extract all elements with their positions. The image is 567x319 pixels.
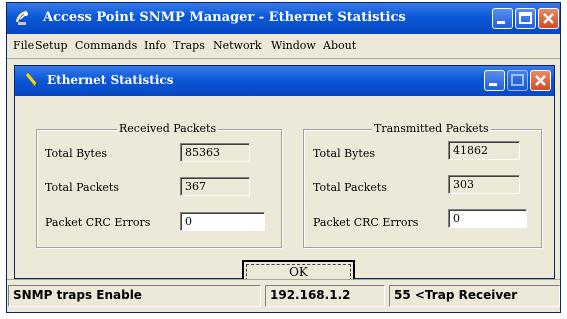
received-total-bytes-label: Total Bytes [45,147,107,160]
received-packets-legend: Received Packets [117,122,219,135]
status-ip: 192.168.1.2 [265,285,385,307]
received-total-bytes-value: 85363 [180,143,250,162]
menu-traps[interactable]: Traps [173,39,205,52]
maximize-icon [511,74,524,86]
minimize-icon [489,83,497,86]
minimize-button[interactable] [492,8,513,29]
transmitted-crc-errors-value: 0 [448,209,527,228]
menu-info[interactable]: Info [144,39,166,52]
menu-window[interactable]: Window [271,39,316,52]
child-maximize-button[interactable] [507,70,528,91]
ethernet-statistics-window: Ethernet Statistics Received Packets Tot… [14,65,555,285]
menu-commands[interactable]: Commands [75,39,137,52]
received-packets-group: Received Packets Total Bytes 85363 Total… [36,122,282,248]
received-total-packets-label: Total Packets [45,181,119,194]
transmitted-total-packets-value: 303 [448,175,520,194]
close-button[interactable] [538,8,559,29]
menu-bar: File Setup Commands Info Traps Network W… [7,34,560,59]
satellite-dish-icon [15,10,33,26]
transmitted-total-bytes-value: 41862 [448,141,520,160]
transmitted-total-packets-label: Total Packets [313,181,387,194]
maximize-button[interactable] [515,8,536,29]
child-title: Ethernet Statistics [47,73,174,87]
menu-setup[interactable]: Setup [35,39,68,52]
received-total-packets-value: 367 [180,177,250,196]
transmitted-packets-group: Transmitted Packets Total Bytes 41862 To… [303,122,542,248]
maximize-icon [519,12,532,24]
transmitted-total-bytes-label: Total Bytes [313,147,375,160]
menu-network[interactable]: Network [213,39,262,52]
received-crc-errors-value: 0 [180,212,265,231]
menu-about[interactable]: About [323,39,356,52]
transmitted-packets-legend: Transmitted Packets [372,122,491,135]
minimize-icon [497,21,505,24]
app-title: Access Point SNMP Manager - Ethernet Sta… [43,10,406,25]
status-traps: SNMP traps Enable [8,285,261,307]
child-close-button[interactable] [530,70,551,91]
close-icon [535,75,546,86]
status-bar: SNMP traps Enable 192.168.1.2 55 <Trap R… [7,279,560,312]
child-titlebar[interactable]: Ethernet Statistics [15,66,554,96]
status-trap-receiver: 55 <Trap Receiver [389,285,560,307]
child-minimize-button[interactable] [484,70,505,91]
transmitted-crc-errors-label: Packet CRC Errors [313,216,419,229]
pen-icon [25,72,39,88]
app-titlebar[interactable]: Access Point SNMP Manager - Ethernet Sta… [7,3,560,34]
menu-file[interactable]: File [13,39,34,52]
main-window: Access Point SNMP Manager - Ethernet Sta… [6,2,561,313]
close-icon [543,13,554,24]
received-crc-errors-label: Packet CRC Errors [45,216,151,229]
